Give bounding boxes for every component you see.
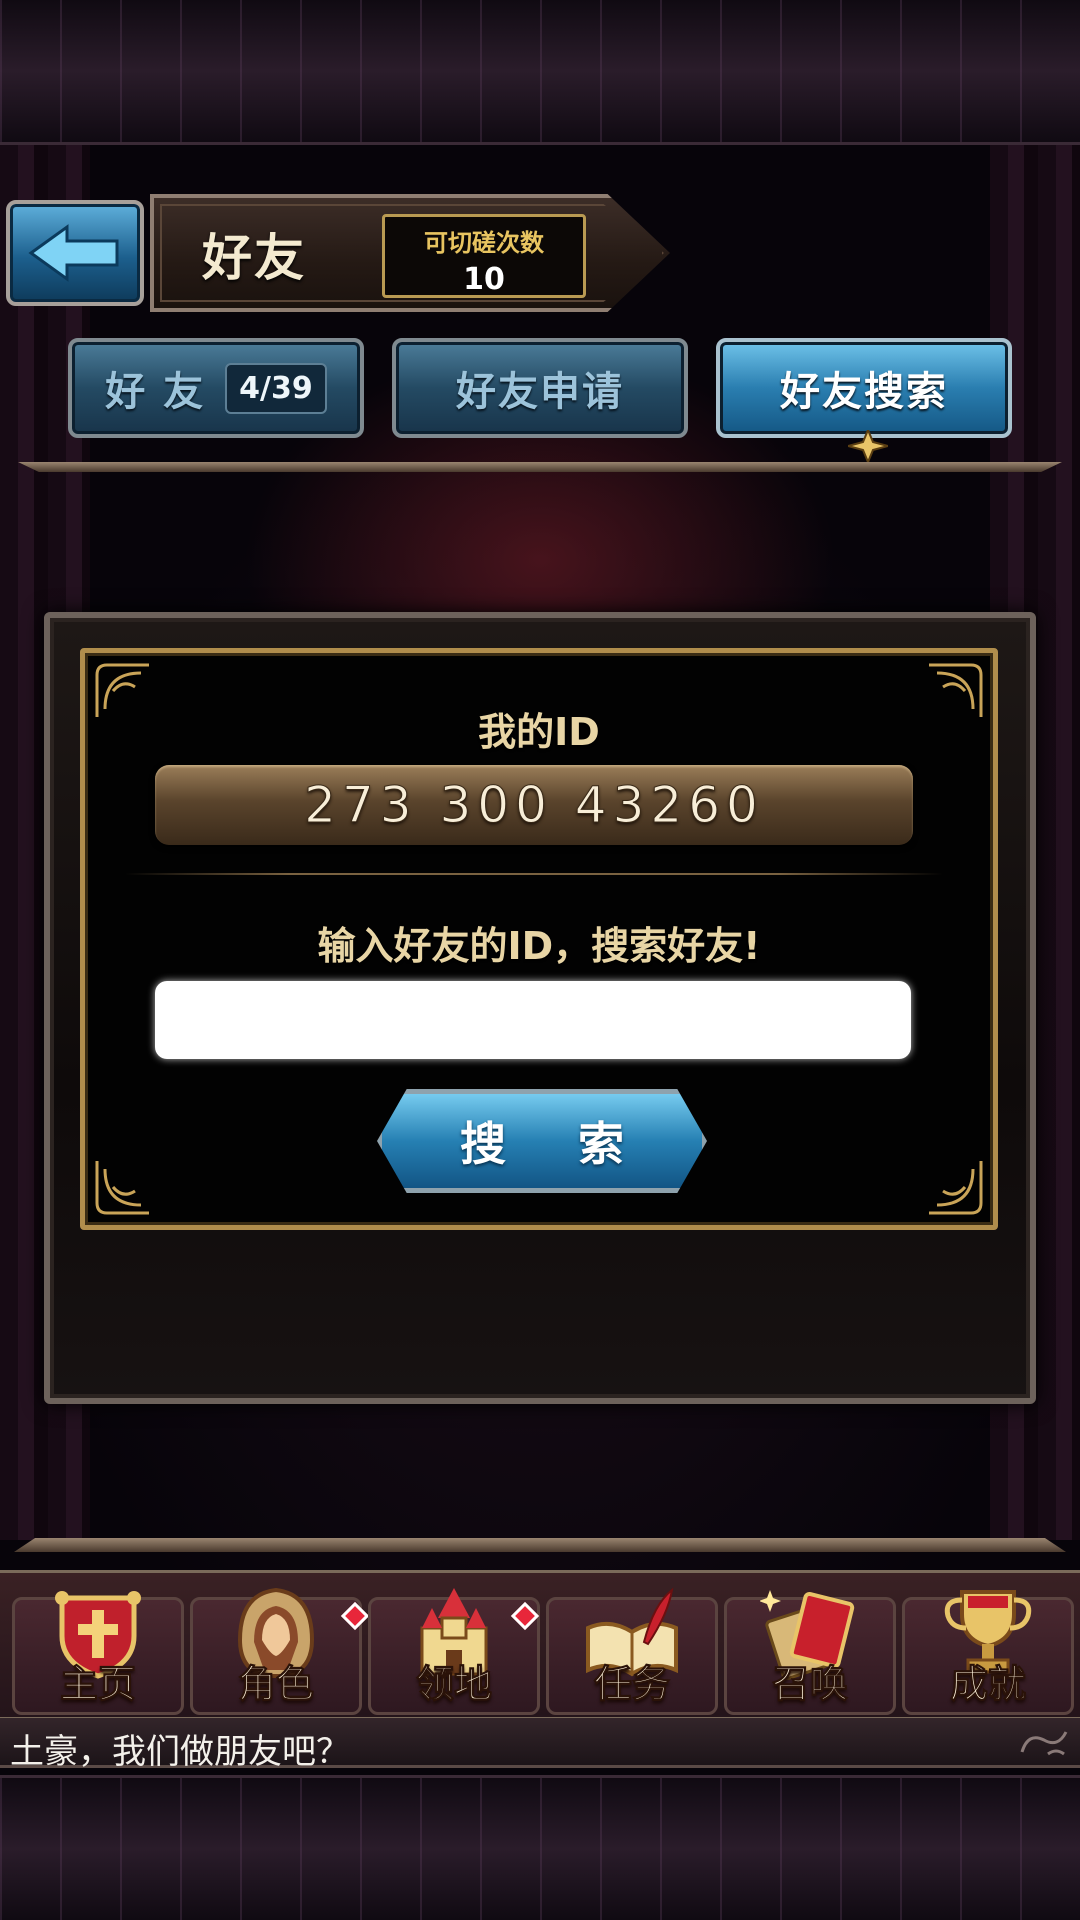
top-ornament [0,0,1080,145]
nav-item-summon[interactable]: 召唤 [724,1590,896,1715]
corner-flourish-icon [95,1161,149,1215]
header-divider [18,462,1062,472]
nav-label-character: 角色 [237,1662,314,1707]
bottom-nav: 主页 角色 领地 任务 召唤 成就 [0,1570,1080,1720]
header-bar: 好友 可切磋次数 10 [0,190,700,320]
chat-bar[interactable]: 土豪，我们做朋友吧？ [0,1718,1080,1772]
panel-separator [125,873,943,875]
search-button[interactable]: 搜 索 [377,1089,707,1193]
tab-friend-search[interactable]: 好友搜索 [716,338,1012,462]
nav-label-achievements: 成就 [949,1662,1026,1707]
nav-label-territory: 领地 [415,1662,492,1707]
nav-label-quests: 任务 [593,1662,670,1707]
nav-label-home: 主页 [59,1662,136,1707]
tab-friend-requests[interactable]: 好友申请 [392,338,688,438]
active-tab-marker-icon [848,430,888,462]
friend-count-badge: 4/39 [225,362,327,414]
back-button[interactable] [6,200,144,306]
nav-item-character[interactable]: 角色 [190,1587,370,1715]
tab-friends[interactable]: 好 友 4/39 [68,338,364,438]
tab-friend-requests-label: 好友申请 [456,369,624,415]
page-title: 好友 [202,229,306,287]
tab-friend-search-label: 好友搜索 [780,369,948,415]
nav-item-achievements[interactable]: 成就 [902,1590,1074,1715]
search-prompt: 输入好友的ID，搜索好友! [317,924,761,968]
duel-counter-value: 10 [463,262,505,297]
nav-item-territory[interactable]: 领地 [368,1588,540,1715]
my-id-value: 273 300 43260 [304,776,764,835]
my-id-label: 我的ID [478,710,600,754]
nav-rail [14,1538,1066,1552]
tab-friends-label: 好 友 [105,369,206,415]
notification-badge [510,1601,540,1631]
my-id-display: 273 300 43260 [155,765,913,845]
nav-label-summon: 召唤 [771,1662,848,1707]
nav-item-home[interactable]: 主页 [12,1591,184,1715]
bottom-ornament [0,1775,1080,1920]
scroll-flourish-icon [1020,1731,1068,1756]
nav-item-quests[interactable]: 任务 [546,1587,718,1715]
corner-flourish-icon [929,1161,983,1215]
title-plate: 好友 可切磋次数 10 [150,194,670,312]
duel-counter-label: 可切磋次数 [424,229,544,257]
back-arrow-icon [28,224,119,282]
search-button-label: 搜 索 [459,1117,652,1171]
friend-id-input[interactable] [155,981,911,1059]
chat-message: 土豪，我们做朋友吧？ [10,1732,350,1772]
duel-counter: 可切磋次数 10 [382,214,586,298]
notification-badge [340,1601,370,1631]
search-panel: 我的ID 273 300 43260 输入好友的ID，搜索好友! 搜 索 [80,648,998,1230]
